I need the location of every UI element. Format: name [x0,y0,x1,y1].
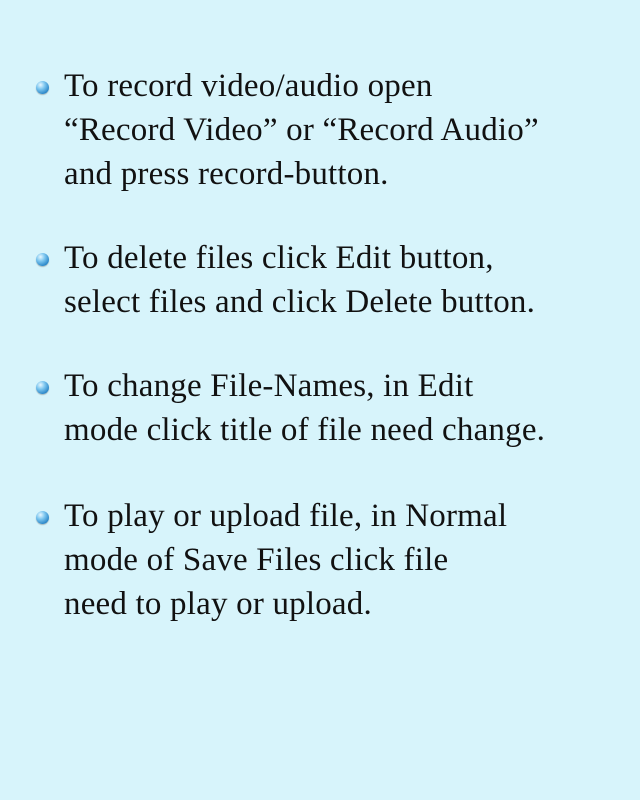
bullet-dot-icon [36,381,49,394]
instruction-line: select files and click Delete button. [64,284,536,320]
instruction-line: mode click title of file need change. [64,412,546,448]
instruction-line: “Record Video” or “Record Audio” [64,112,539,148]
bullet-dot-icon [36,511,49,524]
instruction-line: To play or upload file, in Normal [64,498,508,534]
instruction-line: To record video/audio open [64,68,433,104]
bullet-dot-icon [36,81,49,94]
bullet-dot-icon [36,253,49,266]
instruction-line: and press record-button. [64,156,389,192]
instruction-line: mode of Save Files click file [64,542,449,578]
instruction-line: To change File-Names, in Edit [64,368,474,404]
instruction-line: need to play or upload. [64,586,372,622]
instructions-list: To record video/audio open “Record Video… [0,0,640,800]
instruction-line: To delete files click Edit button, [64,240,494,276]
